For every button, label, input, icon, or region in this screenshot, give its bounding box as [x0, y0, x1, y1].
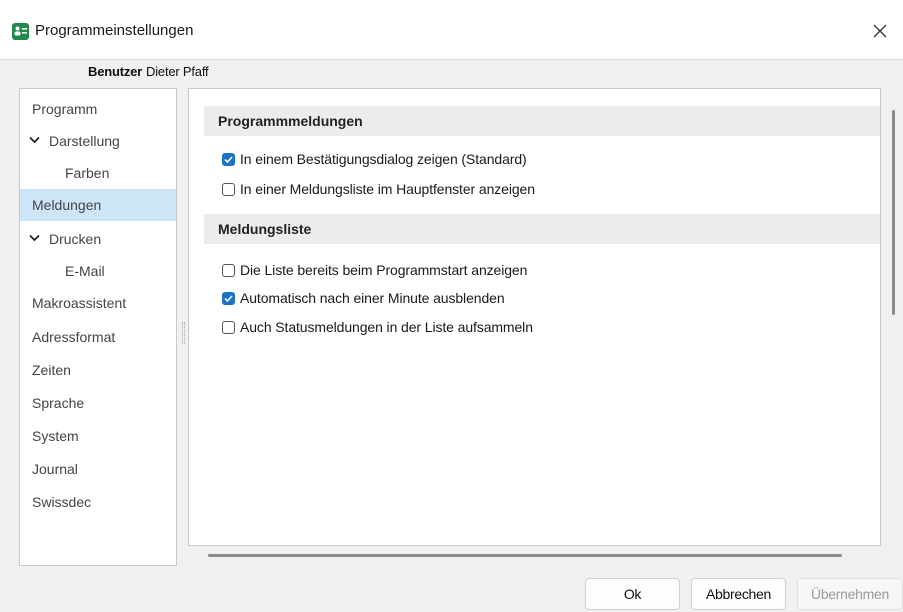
sidebar-item-drucken[interactable]: Drucken — [20, 223, 176, 255]
sidebar-item-darstellung[interactable]: Darstellung — [20, 125, 176, 157]
settings-content: Programmmeldungen In einem Bestätigungsd… — [188, 88, 881, 546]
chevron-down-icon[interactable] — [29, 234, 40, 242]
app-icon — [12, 23, 29, 40]
window-title: Programmeinstellungen — [35, 22, 194, 39]
apply-button[interactable]: Übernehmen — [797, 578, 903, 610]
close-icon — [873, 24, 887, 38]
sidebar-item-label: Meldungen — [32, 197, 102, 213]
sidebar-item-label: Makroassistent — [32, 295, 127, 311]
option-label: Die Liste bereits beim Programmstart anz… — [240, 262, 528, 278]
sidebar-item-journal[interactable]: Journal — [20, 453, 176, 485]
option-liste-programmstart[interactable]: Die Liste bereits beim Programmstart anz… — [222, 260, 527, 280]
cancel-button[interactable]: Abbrechen — [691, 578, 786, 610]
chevron-down-icon[interactable] — [29, 136, 40, 144]
option-label: In einer Meldungsliste im Hauptfenster a… — [240, 181, 535, 197]
horizontal-scrollbar[interactable] — [208, 554, 842, 557]
section-header-programmmeldungen: Programmmeldungen — [204, 106, 880, 136]
sidebar-item-label: Zeiten — [32, 362, 71, 378]
section-header-meldungsliste: Meldungsliste — [204, 214, 880, 244]
option-label: In einem Bestätigungsdialog zeigen (Stan… — [240, 151, 527, 167]
sidebar-item-sprache[interactable]: Sprache — [20, 387, 176, 419]
close-button[interactable] — [857, 12, 903, 50]
sidebar-item-system[interactable]: System — [20, 420, 176, 452]
option-statusmeldungen-aufsammeln[interactable]: Auch Statusmeldungen in der Liste aufsam… — [222, 317, 533, 337]
sidebar-item-programm[interactable]: Programm — [20, 93, 176, 125]
sidebar-item-label: Journal — [32, 461, 78, 477]
checkbox-unchecked[interactable] — [222, 320, 235, 334]
user-row: Benutzer Dieter Pfaff — [88, 64, 209, 79]
option-bestaetigungsdialog[interactable]: In einem Bestätigungsdialog zeigen (Stan… — [222, 149, 527, 169]
check-icon — [224, 155, 233, 163]
checkbox-unchecked[interactable] — [222, 263, 235, 277]
splitter-handle[interactable] — [182, 322, 185, 344]
sidebar-item-label: Darstellung — [49, 133, 120, 149]
sidebar-item-zeiten[interactable]: Zeiten — [20, 354, 176, 386]
sidebar-item-farben[interactable]: Farben — [20, 157, 176, 189]
sidebar-item-email[interactable]: E-Mail — [20, 255, 176, 287]
sidebar-item-label: Drucken — [49, 231, 102, 247]
user-name: Dieter Pfaff — [146, 64, 209, 79]
sidebar-item-label: Swissdec — [32, 494, 92, 510]
option-label: Automatisch nach einer Minute ausblenden — [240, 290, 505, 306]
user-label: Benutzer — [88, 64, 143, 79]
checkbox-checked[interactable] — [222, 291, 235, 305]
option-meldungsliste-hauptfenster[interactable]: In einer Meldungsliste im Hauptfenster a… — [222, 179, 535, 199]
sidebar-item-adressformat[interactable]: Adressformat — [20, 321, 176, 353]
sidebar-item-label: Programm — [32, 101, 98, 117]
sidebar-item-label: System — [32, 428, 79, 444]
checkbox-unchecked[interactable] — [222, 182, 235, 196]
title-bar-divider — [0, 59, 903, 60]
sidebar-item-label: E-Mail — [65, 263, 105, 279]
checkbox-checked[interactable] — [222, 152, 235, 166]
check-icon — [224, 294, 233, 302]
ok-button[interactable]: Ok — [585, 578, 680, 610]
title-bar: Programmeinstellungen — [0, 0, 903, 60]
settings-sidebar: Programm Darstellung Farben Meldungen Dr… — [19, 88, 177, 566]
sidebar-item-swissdec[interactable]: Swissdec — [20, 486, 176, 518]
sidebar-item-label: Sprache — [32, 395, 85, 411]
sidebar-item-meldungen[interactable]: Meldungen — [20, 189, 176, 221]
option-automatisch-ausblenden[interactable]: Automatisch nach einer Minute ausblenden — [222, 288, 505, 308]
sidebar-item-makroassistent[interactable]: Makroassistent — [20, 287, 176, 319]
sidebar-item-label: Adressformat — [32, 329, 116, 345]
vertical-scrollbar[interactable] — [892, 110, 895, 315]
sidebar-item-label: Farben — [65, 165, 110, 181]
option-label: Auch Statusmeldungen in der Liste aufsam… — [240, 319, 533, 335]
